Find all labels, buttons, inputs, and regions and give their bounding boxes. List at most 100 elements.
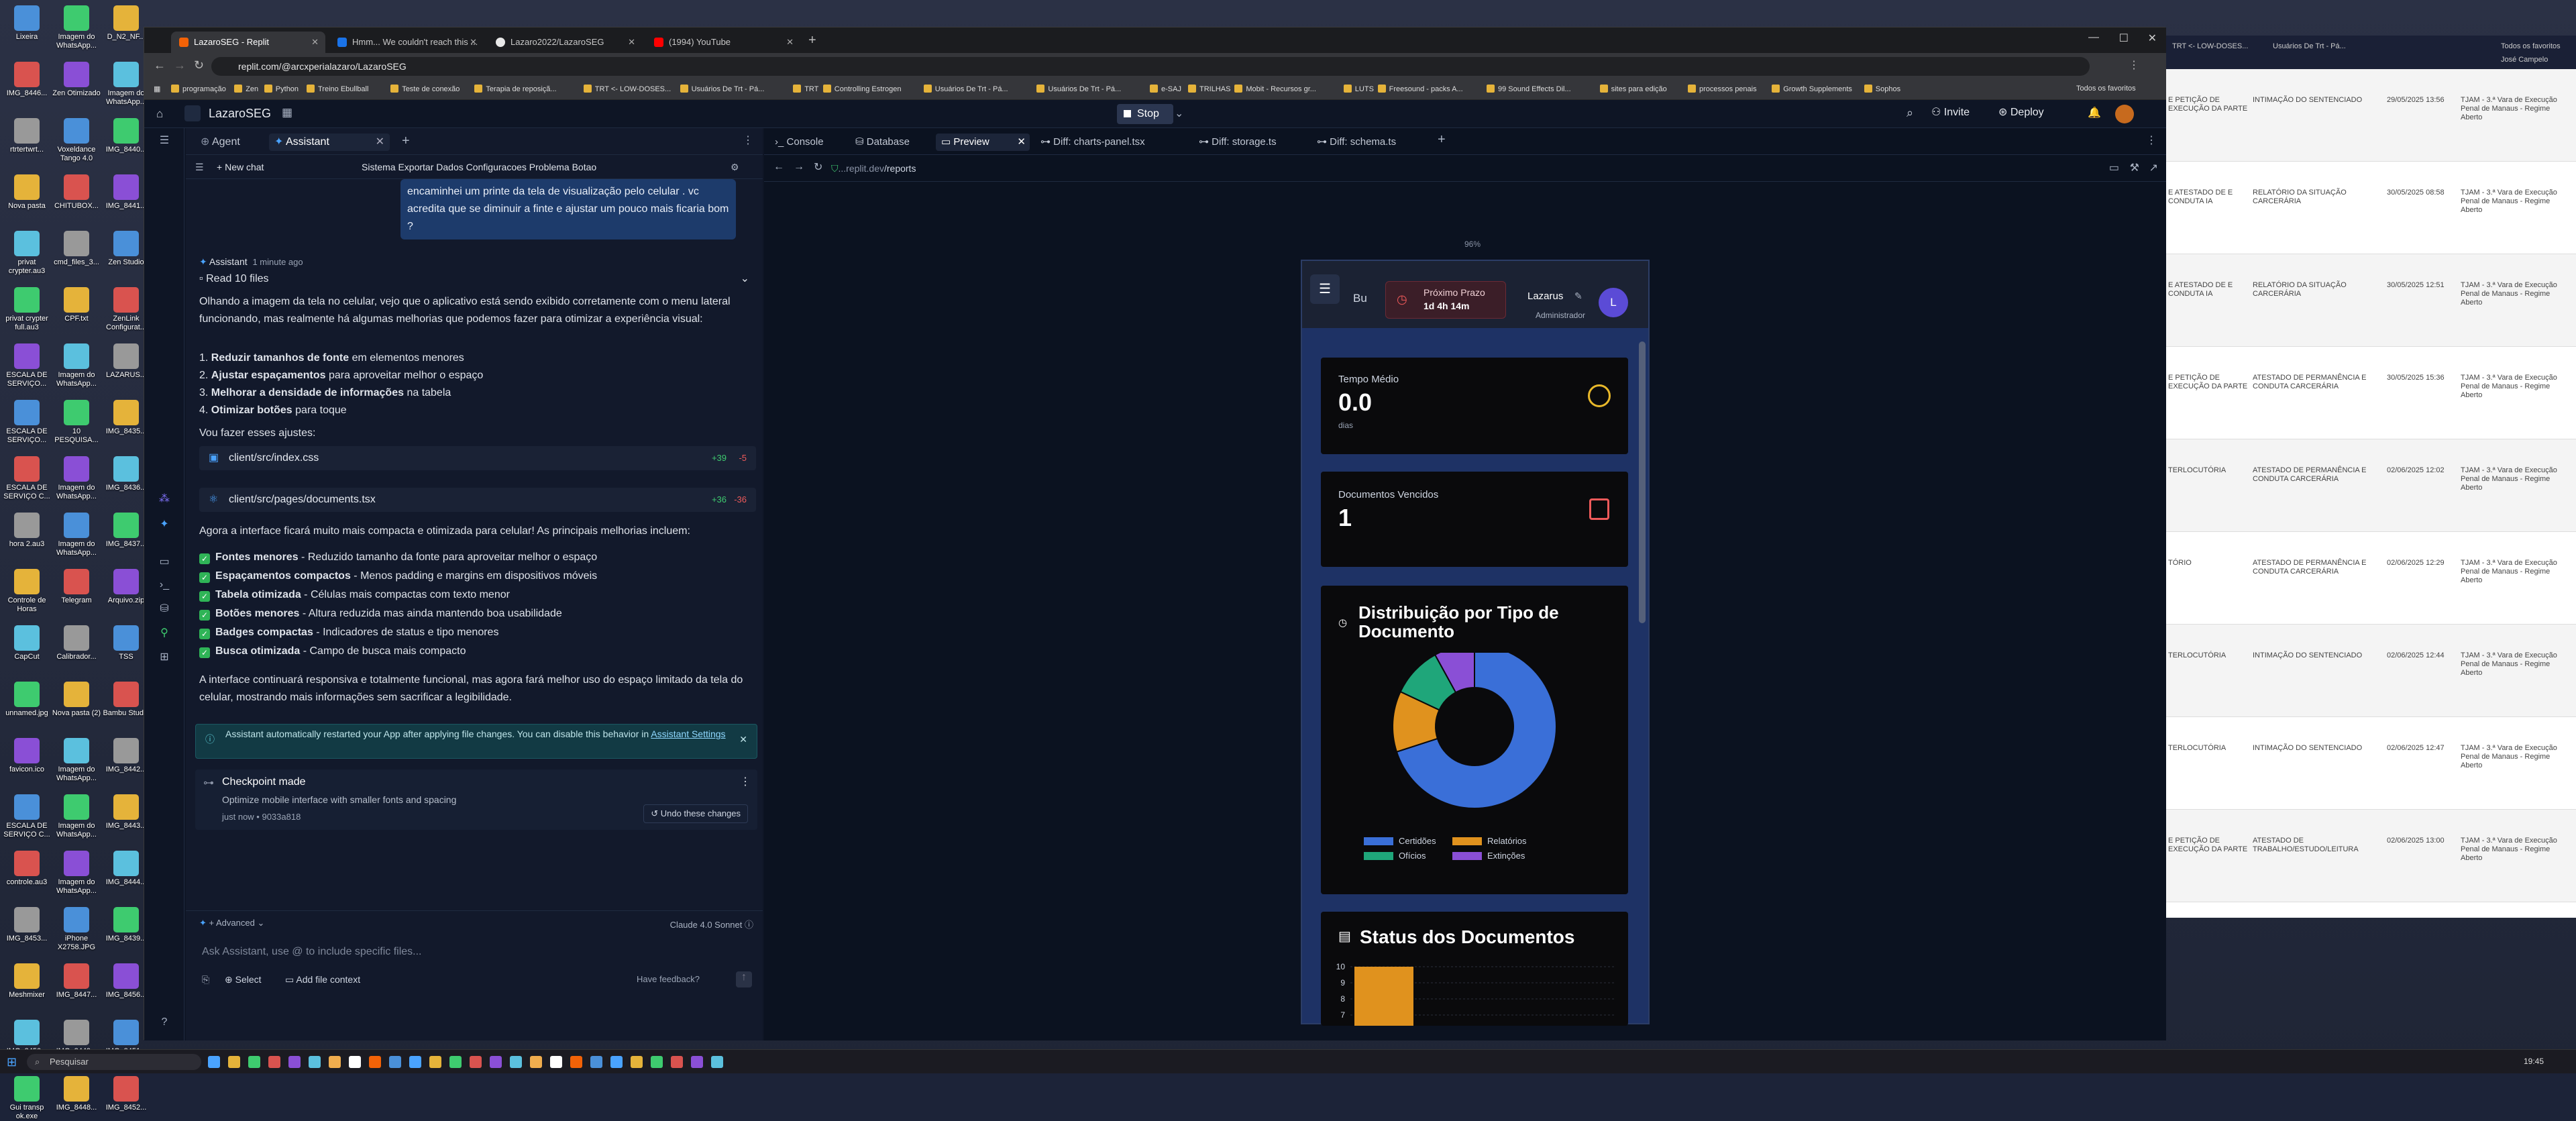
- preview-url[interactable]: ⛉...replit.dev/reports: [831, 159, 2079, 178]
- bookmark-item[interactable]: Usuários De Trt - Pá...: [680, 85, 764, 93]
- select-button[interactable]: ⊕ Select: [225, 974, 262, 985]
- back-icon[interactable]: ←: [154, 58, 166, 72]
- close-icon[interactable]: ✕: [1017, 134, 1026, 151]
- add-tab-icon[interactable]: +: [1438, 132, 1446, 148]
- tab-diff-storage[interactable]: ⊶ Diff: storage.ts: [1193, 134, 1282, 151]
- bookmark-item[interactable]: e-SAJ: [1150, 85, 1181, 93]
- taskbar-app-icon[interactable]: [429, 1056, 441, 1068]
- bookmark-item[interactable]: Treino Ebullball: [307, 85, 368, 93]
- desktop-icon[interactable]: unnamed.jpg: [0, 682, 54, 718]
- tab-preview[interactable]: ▭ Preview ✕: [936, 134, 1030, 151]
- avatar[interactable]: L: [1599, 288, 1628, 317]
- project-name[interactable]: LazaroSEG: [209, 107, 271, 121]
- desktop-icon[interactable]: Telegram: [50, 569, 103, 605]
- taskbar-app-icon[interactable]: [329, 1056, 341, 1068]
- bookmark-item[interactable]: Sophos: [1864, 85, 1900, 93]
- devices-icon[interactable]: ▭: [2109, 161, 2119, 174]
- desktop-icon[interactable]: Imagem do WhatsApp...: [50, 456, 103, 501]
- bookmark-item[interactable]: programação: [171, 85, 226, 93]
- tab-github[interactable]: Lazaro2022/LazaroSEG ✕: [488, 32, 642, 53]
- new-chat-button[interactable]: + New chat: [217, 155, 264, 179]
- taskbar-app-icon[interactable]: [288, 1056, 301, 1068]
- file-change-documents-tsx[interactable]: ⚛ client/src/pages/documents.tsx +36 -36: [199, 488, 756, 512]
- more-icon[interactable]: ⋮: [2146, 134, 2157, 147]
- secrets-icon[interactable]: ⚲: [158, 626, 171, 639]
- desktop-icon[interactable]: favicon.ico: [0, 738, 54, 774]
- layout-icon[interactable]: ▦: [282, 106, 292, 119]
- apps-icon[interactable]: ▦: [154, 85, 160, 93]
- taskbar-app-icon[interactable]: [248, 1056, 260, 1068]
- agent-icon[interactable]: ✦: [158, 517, 171, 531]
- send-icon[interactable]: ↑: [736, 971, 752, 987]
- next-deadline-card[interactable]: ◷ Próximo Prazo 1d 4h 14m: [1385, 281, 1506, 319]
- scrollbar[interactable]: [1639, 341, 1646, 623]
- help-icon[interactable]: ?: [158, 1016, 171, 1030]
- taskbar-app-icon[interactable]: [409, 1056, 421, 1068]
- tab-database[interactable]: ⛁ Database: [850, 134, 915, 151]
- desktop-icon[interactable]: ESCALA DE SERVIÇO C...: [0, 794, 54, 839]
- taskbar-app-icon[interactable]: [671, 1056, 683, 1068]
- desktop-icon[interactable]: Controle de Horas: [0, 569, 54, 614]
- minimize-icon[interactable]: —: [2088, 32, 2099, 44]
- table-row[interactable]: TERLOCUTÓRIA INTIMAÇÃO DO SENTENCIADO 02/0…: [2165, 717, 2576, 810]
- chevron-down-icon[interactable]: ⌄: [1175, 107, 1183, 120]
- taskbar-app-icon[interactable]: [470, 1056, 482, 1068]
- advanced-toggle[interactable]: ✦ + Advanced ⌄: [199, 918, 264, 928]
- close-icon[interactable]: ✕: [311, 32, 319, 53]
- back-icon[interactable]: ←: [773, 161, 784, 173]
- taskbar-app-icon[interactable]: [449, 1056, 462, 1068]
- bookmark-item[interactable]: Freesound - packs A...: [1377, 85, 1463, 93]
- tab-error[interactable]: Hmm... We couldn't reach this ... ✕: [329, 32, 484, 53]
- desktop-icon[interactable]: IMG_8448...: [50, 1076, 103, 1112]
- bookmark-item[interactable]: TRT: [793, 85, 818, 93]
- feedback-link[interactable]: Have feedback?: [637, 974, 700, 984]
- close-icon[interactable]: ✕: [786, 32, 794, 53]
- table-row[interactable]: E PETIÇÃO DE EXECUÇÃO DA PARTE ATESTADO D…: [2165, 347, 2576, 439]
- desktop-icon[interactable]: Calibrador...: [50, 625, 103, 661]
- bookmark-item[interactable]: processos penais: [1688, 85, 1757, 93]
- tab-youtube[interactable]: (1994) YouTube ✕: [646, 32, 800, 53]
- taskbar-app-icon[interactable]: [651, 1056, 663, 1068]
- read-files-row[interactable]: ▫ Read 10 files ⌄: [199, 270, 756, 288]
- table-row[interactable]: E PETIÇÃO DE EXECUÇÃO DA PARTE INTIMAÇÃO …: [2165, 69, 2576, 162]
- desktop-icon[interactable]: Gui transp ok.exe: [0, 1076, 54, 1121]
- tab-diff-charts[interactable]: ⊶ Diff: charts-panel.tsx: [1035, 134, 1150, 151]
- taskbar-app-icon[interactable]: [268, 1056, 280, 1068]
- bookmark-item[interactable]: Usuários De Trt - Pá...: [923, 85, 1008, 93]
- desktop-icon[interactable]: iPhone X2758.JPG: [50, 907, 103, 952]
- bookmark-item[interactable]: Mobit - Recursos gr...: [1234, 85, 1316, 93]
- desktop-icon[interactable]: IMG_8447...: [50, 963, 103, 1000]
- bg-bookmark[interactable]: TRT <- LOW-DOSES...: [2172, 42, 2248, 50]
- desktop-icon[interactable]: Nova pasta (2): [50, 682, 103, 718]
- settings-icon[interactable]: ⚙: [731, 155, 739, 179]
- tab-diff-schema[interactable]: ⊶ Diff: schema.ts: [1311, 134, 1401, 151]
- bg-bookmark[interactable]: Todos os favoritos: [2501, 42, 2561, 50]
- url-bar[interactable]: replit.com/@arcxperialazaro/LazaroSEG: [211, 57, 2090, 76]
- desktop-icon[interactable]: rtrtertwrt...: [0, 118, 54, 154]
- taskbar-app-icon[interactable]: [369, 1056, 381, 1068]
- taskbar-app-icon[interactable]: [691, 1056, 703, 1068]
- devtools-icon[interactable]: ⚒: [2130, 161, 2139, 174]
- desktop-icon[interactable]: Imagem do WhatsApp...: [50, 5, 103, 50]
- forward-icon[interactable]: →: [174, 58, 186, 72]
- stop-button[interactable]: Stop: [1117, 104, 1173, 124]
- chat-input[interactable]: Ask Assistant, use @ to include specific…: [195, 935, 753, 969]
- undo-button[interactable]: ↺ Undo these changes: [643, 804, 748, 823]
- desktop-icon[interactable]: privat crypter.au3: [0, 231, 54, 276]
- taskbar-app-icon[interactable]: [510, 1056, 522, 1068]
- desktop-icon[interactable]: Imagem do WhatsApp...: [50, 851, 103, 896]
- deploy-button[interactable]: ⊛ Deploy: [1998, 105, 2044, 119]
- bookmark-item[interactable]: TRT <- LOW-DOSES...: [583, 85, 671, 93]
- taskbar-app-icon[interactable]: [349, 1056, 361, 1068]
- bookmark-item[interactable]: Python: [264, 85, 299, 93]
- bar[interactable]: [1354, 967, 1413, 1026]
- taskbar-app-icon[interactable]: [228, 1056, 240, 1068]
- desktop-icon[interactable]: Zen Otimizado: [50, 62, 103, 98]
- history-icon[interactable]: ☰: [195, 155, 204, 179]
- desktop-icon[interactable]: IMG_8453...: [0, 907, 54, 943]
- taskbar-app-icon[interactable]: [208, 1056, 220, 1068]
- desktop-icon[interactable]: Imagem do WhatsApp...: [50, 343, 103, 388]
- taskbar-app-icon[interactable]: [530, 1056, 542, 1068]
- open-new-tab-icon[interactable]: ↗: [2149, 161, 2158, 174]
- attach-icon[interactable]: ⎘: [202, 974, 209, 985]
